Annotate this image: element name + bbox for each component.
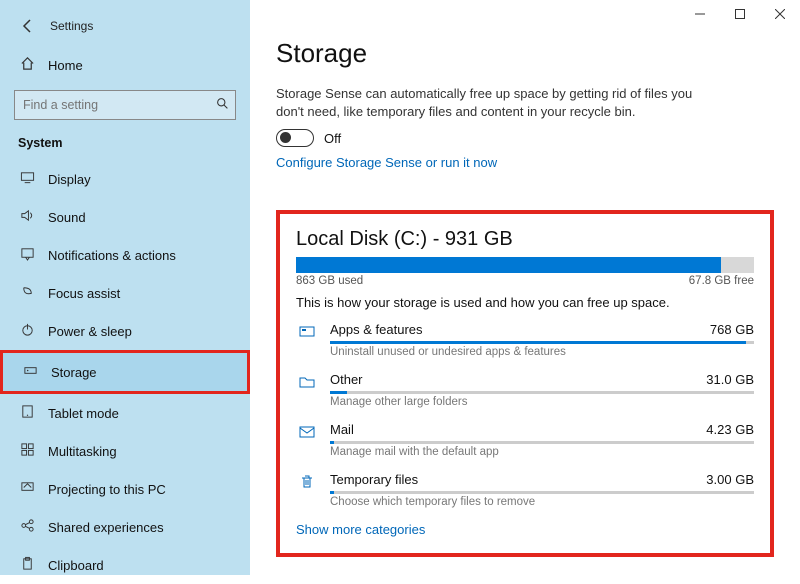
- sidebar-group-system: System: [0, 130, 250, 160]
- page-title: Storage: [276, 38, 774, 69]
- search-input[interactable]: [15, 98, 209, 112]
- back-button[interactable]: [14, 12, 42, 40]
- apps-icon: [296, 322, 318, 358]
- sidebar-item-focus-assist[interactable]: Focus assist: [0, 274, 250, 312]
- display-icon: [18, 170, 36, 188]
- notifications-icon: [18, 246, 36, 264]
- sidebar-item-power-sleep[interactable]: Power & sleep: [0, 312, 250, 350]
- trash-icon: [296, 472, 318, 508]
- disk-usage-bar: [296, 257, 754, 273]
- focus-assist-icon: [18, 284, 36, 302]
- mail-icon: [296, 422, 318, 458]
- sidebar-item-storage[interactable]: Storage: [0, 350, 250, 394]
- local-disk-section: Local Disk (C:) - 931 GB 863 GB used 67.…: [276, 210, 774, 557]
- close-button[interactable]: [760, 0, 800, 28]
- storage-sense-description: Storage Sense can automatically free up …: [276, 85, 706, 121]
- sidebar-item-display[interactable]: Display: [0, 160, 250, 198]
- folder-icon: [296, 372, 318, 408]
- sidebar-home[interactable]: Home: [0, 48, 250, 82]
- category-temporary-files[interactable]: Temporary files3.00 GB Choose which temp…: [296, 472, 754, 508]
- sidebar-item-multitasking[interactable]: Multitasking: [0, 432, 250, 470]
- sidebar-item-sound[interactable]: Sound: [0, 198, 250, 236]
- tablet-icon: [18, 404, 36, 422]
- power-icon: [18, 322, 36, 340]
- disk-used-label: 863 GB used: [296, 275, 363, 287]
- sidebar-item-notifications[interactable]: Notifications & actions: [0, 236, 250, 274]
- category-mail[interactable]: Mail4.23 GB Manage mail with the default…: [296, 422, 754, 458]
- category-other[interactable]: Other31.0 GB Manage other large folders: [296, 372, 754, 408]
- category-apps-features[interactable]: Apps & features768 GB Uninstall unused o…: [296, 322, 754, 358]
- clipboard-icon: [18, 556, 36, 574]
- storage-sense-toggle-label: Off: [324, 131, 341, 146]
- sidebar-home-label: Home: [48, 58, 83, 73]
- sidebar-item-shared-experiences[interactable]: Shared experiences: [0, 508, 250, 546]
- sidebar-item-projecting[interactable]: Projecting to this PC: [0, 470, 250, 508]
- minimize-button[interactable]: [680, 0, 720, 28]
- search-box[interactable]: [14, 90, 236, 120]
- shared-icon: [18, 518, 36, 536]
- maximize-button[interactable]: [720, 0, 760, 28]
- sidebar-item-clipboard[interactable]: Clipboard: [0, 546, 250, 584]
- home-icon: [18, 56, 36, 74]
- sidebar-item-tablet-mode[interactable]: Tablet mode: [0, 394, 250, 432]
- disk-title: Local Disk (C:) - 931 GB: [296, 228, 754, 251]
- multitasking-icon: [18, 442, 36, 460]
- storage-sense-toggle[interactable]: [276, 129, 314, 147]
- configure-storage-sense-link[interactable]: Configure Storage Sense or run it now: [276, 155, 774, 170]
- show-more-categories-link[interactable]: Show more categories: [296, 522, 754, 537]
- search-icon: [209, 97, 235, 113]
- projecting-icon: [18, 480, 36, 498]
- disk-free-label: 67.8 GB free: [689, 275, 754, 287]
- sound-icon: [18, 208, 36, 226]
- storage-icon: [21, 363, 39, 381]
- disk-how-text: This is how your storage is used and how…: [296, 295, 754, 310]
- window-title: Settings: [50, 19, 93, 33]
